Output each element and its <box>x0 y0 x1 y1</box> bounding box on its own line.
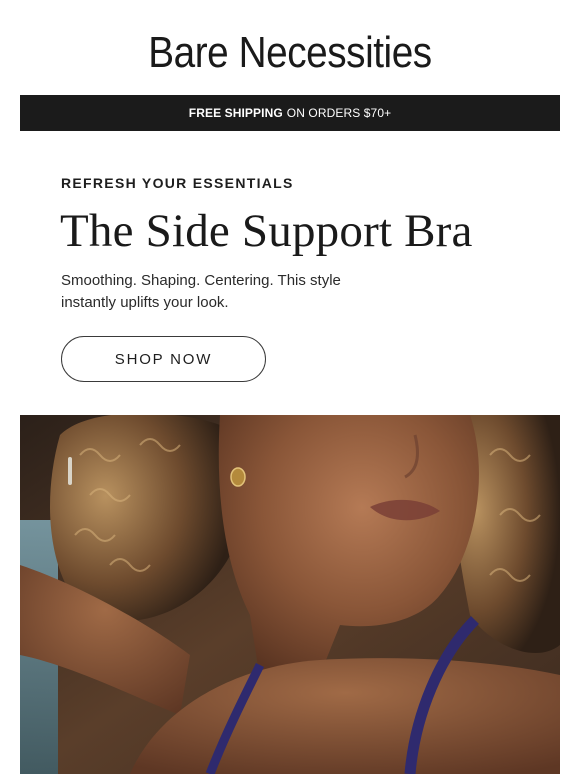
shipping-rest-text: ON ORDERS $70+ <box>286 106 392 120</box>
free-shipping-banner[interactable]: FREE SHIPPING ON ORDERS $70+ <box>20 95 560 131</box>
hair-clip <box>68 457 72 485</box>
email-page: Bare Necessities FREE SHIPPING ON ORDERS… <box>0 0 580 774</box>
promo-eyebrow: REFRESH YOUR ESSENTIALS <box>61 175 294 191</box>
promo-subcopy: Smoothing. Shaping. Centering. This styl… <box>61 272 341 311</box>
earring <box>230 467 246 487</box>
promo-headline: The Side Support Bra <box>60 205 473 257</box>
hero-image[interactable] <box>20 415 560 774</box>
shop-now-button[interactable]: SHOP NOW <box>61 336 266 382</box>
brand-logo[interactable]: Bare Necessities <box>35 28 545 78</box>
shipping-strong-text: FREE SHIPPING <box>188 106 283 120</box>
